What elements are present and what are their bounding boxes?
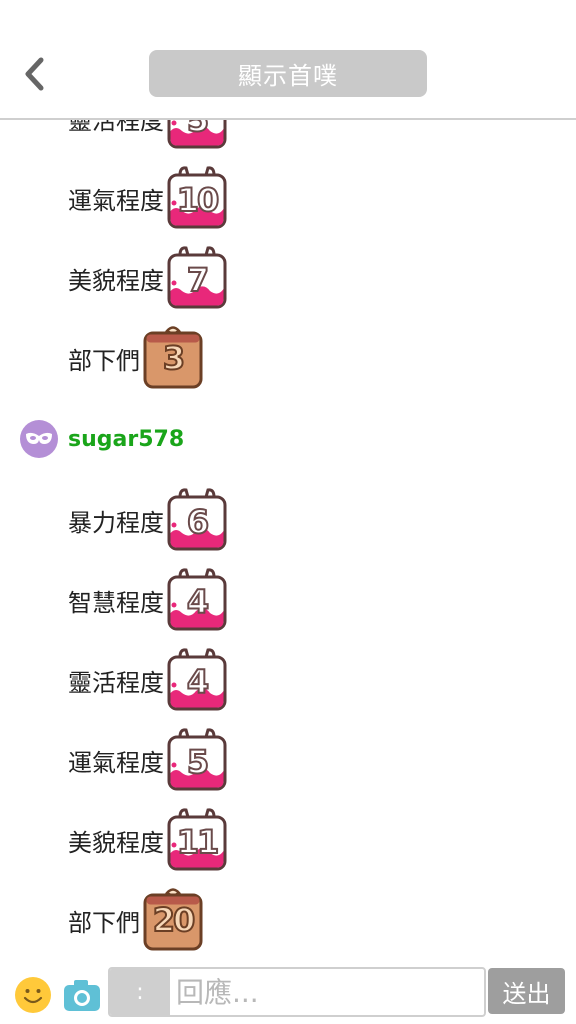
stat-label: 運氣程度 <box>68 748 164 777</box>
mask-icon <box>26 432 52 444</box>
response-feed: 靈活程度 5 運氣程度 10 美貌程度 7 部下們 3 sugar578 暴力程度 6 智慧程度 4 靈活… <box>0 120 576 962</box>
stat-label: 靈活程度 <box>68 668 164 697</box>
reply-input-box: : <box>108 967 486 1017</box>
number-badge-icon: 5 <box>166 120 228 151</box>
username[interactable]: sugar578 <box>68 427 184 452</box>
composer-bar: : 送出 <box>0 962 576 1024</box>
send-button[interactable]: 送出 <box>488 968 565 1014</box>
badge-value: 11 <box>176 822 221 862</box>
stat-row: 美貌程度 7 <box>0 238 576 318</box>
chevron-left-icon <box>25 57 44 91</box>
stat-row: 暴力程度 6 <box>0 480 576 560</box>
stat-label: 美貌程度 <box>68 828 164 857</box>
stat-row: 運氣程度 10 <box>0 158 576 238</box>
badge-value: 4 <box>186 662 210 702</box>
number-badge-icon: 7 <box>166 245 228 311</box>
camera-button[interactable] <box>62 976 102 1014</box>
stat-row: 靈活程度 4 <box>0 640 576 720</box>
badge-value: 3 <box>162 338 186 378</box>
stat-label: 部下們 <box>68 346 140 375</box>
count-badge-icon: 20 <box>142 887 204 953</box>
emoji-button[interactable] <box>15 977 51 1013</box>
stat-label: 靈活程度 <box>68 120 164 135</box>
stat-label: 美貌程度 <box>68 266 164 295</box>
camera-icon <box>64 980 100 1011</box>
top-bar: 顯示首噗 <box>0 0 576 120</box>
badge-value: 5 <box>186 742 210 782</box>
stat-row: 部下們 3 <box>0 318 576 398</box>
qualifier-selector[interactable]: : <box>110 969 170 1015</box>
count-badge-icon: 3 <box>142 325 204 391</box>
stat-row: 運氣程度 5 <box>0 720 576 800</box>
number-badge-icon: 10 <box>166 165 228 231</box>
badge-value: 4 <box>186 582 210 622</box>
smiley-icon <box>16 978 50 1012</box>
number-badge-icon: 5 <box>166 727 228 793</box>
stat-row: 部下們 20 <box>0 880 576 960</box>
stat-row: 美貌程度 11 <box>0 800 576 880</box>
back-button[interactable] <box>14 52 54 96</box>
stat-row: 靈活程度 5 <box>0 120 576 158</box>
avatar[interactable] <box>20 420 58 458</box>
stat-label: 智慧程度 <box>68 588 164 617</box>
stat-row: 智慧程度 4 <box>0 560 576 640</box>
number-badge-icon: 4 <box>166 567 228 633</box>
badge-value: 5 <box>186 120 210 140</box>
user-row: sugar578 <box>0 398 576 480</box>
number-badge-icon: 4 <box>166 647 228 713</box>
badge-value: 10 <box>176 180 221 220</box>
show-first-plurk-button[interactable]: 顯示首噗 <box>149 50 427 97</box>
stat-label: 暴力程度 <box>68 508 164 537</box>
badge-value: 6 <box>186 502 210 542</box>
number-badge-icon: 11 <box>166 807 228 873</box>
stat-label: 部下們 <box>68 908 140 937</box>
badge-value: 20 <box>152 900 197 940</box>
badge-value: 7 <box>186 260 210 300</box>
reply-input[interactable] <box>172 969 480 1015</box>
number-badge-icon: 6 <box>166 487 228 553</box>
stat-label: 運氣程度 <box>68 186 164 215</box>
